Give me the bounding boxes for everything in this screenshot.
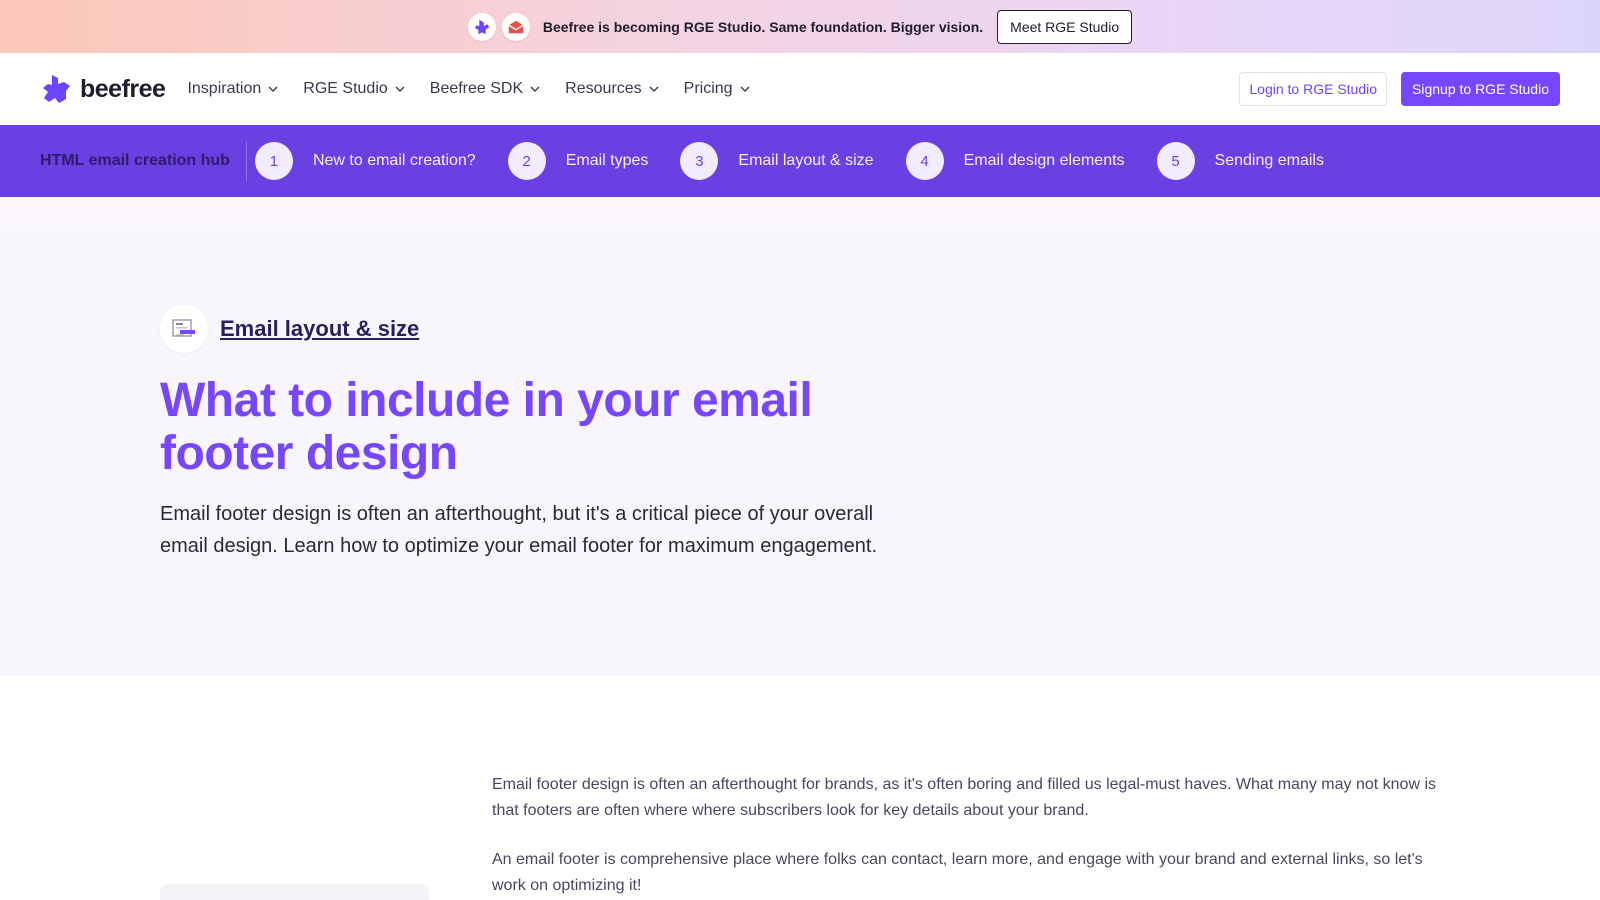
nav-item-label: Pricing bbox=[683, 80, 733, 97]
meet-rge-studio-button[interactable]: Meet RGE Studio bbox=[997, 9, 1133, 44]
step-label: Email layout & size bbox=[738, 152, 874, 169]
hub-step-2[interactable]: 2 Email types bbox=[507, 142, 649, 180]
breadcrumb-link[interactable]: Email layout & size bbox=[220, 316, 419, 342]
nav-item-resources[interactable]: Resources bbox=[565, 80, 659, 98]
nav-item-rge-studio[interactable]: RGE Studio bbox=[303, 80, 405, 98]
hub-title[interactable]: HTML email creation hub bbox=[40, 141, 247, 181]
chevron-down-icon bbox=[268, 86, 278, 92]
body-paragraph: Email footer design is often an aftertho… bbox=[492, 776, 1436, 819]
main-navigation: beefree Inspiration RGE Studio Beefree S… bbox=[0, 53, 1600, 125]
nav-item-beefree-sdk[interactable]: Beefree SDK bbox=[430, 80, 541, 98]
nav-item-label: Resources bbox=[565, 80, 642, 97]
body-paragraph: An email footer is comprehensive place w… bbox=[492, 851, 1423, 894]
hub-step-4[interactable]: 4 Email design elements bbox=[905, 142, 1125, 180]
nav-item-label: RGE Studio bbox=[303, 80, 388, 97]
announcement-bar: Beefree is becoming RGE Studio. Same fou… bbox=[0, 0, 1600, 53]
step-label: Email types bbox=[565, 152, 649, 169]
brand-wordmark: beefree bbox=[80, 74, 166, 103]
step-label: Email design elements bbox=[963, 152, 1125, 169]
step-number: 4 bbox=[905, 142, 944, 180]
beefree-logo-icon bbox=[467, 12, 496, 41]
announcement-message: Beefree is becoming RGE Studio. Same fou… bbox=[542, 18, 984, 35]
nav-item-label: Beefree SDK bbox=[429, 80, 524, 97]
step-number: 1 bbox=[254, 142, 293, 180]
breadcrumb: Email layout & size bbox=[160, 305, 419, 353]
chevron-down-icon bbox=[395, 86, 405, 92]
chevron-down-icon bbox=[740, 86, 750, 92]
login-button[interactable]: Login to RGE Studio bbox=[1239, 72, 1388, 106]
hero-section: Email layout & size What to include in y… bbox=[0, 197, 1600, 676]
signup-button[interactable]: Signup to RGE Studio bbox=[1401, 72, 1560, 106]
page-title: What to include in your email footer des… bbox=[160, 374, 813, 480]
nav-item-pricing[interactable]: Pricing bbox=[684, 80, 751, 98]
announcement-logos bbox=[467, 12, 530, 41]
step-number: 2 bbox=[507, 142, 546, 180]
chevron-down-icon bbox=[649, 86, 659, 92]
nav-item-inspiration[interactable]: Inspiration bbox=[187, 80, 279, 98]
step-label: Sending emails bbox=[1214, 152, 1324, 169]
nav-actions: Login to RGE Studio Signup to RGE Studio bbox=[1239, 72, 1560, 106]
step-number: 3 bbox=[680, 142, 719, 180]
rge-studio-logo-icon bbox=[501, 12, 530, 41]
nav-menu: Inspiration RGE Studio Beefree SDK Resou… bbox=[187, 80, 750, 98]
brand-logo[interactable]: beefree bbox=[40, 72, 166, 106]
sidebar-card bbox=[160, 884, 429, 900]
hub-step-1[interactable]: 1 New to email creation? bbox=[254, 142, 476, 180]
chevron-down-icon bbox=[530, 86, 540, 92]
beefree-mark-icon bbox=[43, 75, 70, 103]
hub-step-3[interactable]: 3 Email layout & size bbox=[680, 142, 874, 180]
layout-illustration-icon bbox=[160, 305, 208, 353]
hub-step-5[interactable]: 5 Sending emails bbox=[1156, 142, 1324, 180]
hub-steps: 1 New to email creation? 2 Email types 3… bbox=[254, 142, 1356, 180]
step-label: New to email creation? bbox=[312, 152, 476, 169]
step-number: 5 bbox=[1156, 142, 1195, 180]
hub-navigation: HTML email creation hub 1 New to email c… bbox=[0, 125, 1600, 197]
hero-lead: Email footer design is often an aftertho… bbox=[160, 503, 878, 557]
nav-item-label: Inspiration bbox=[187, 80, 262, 97]
